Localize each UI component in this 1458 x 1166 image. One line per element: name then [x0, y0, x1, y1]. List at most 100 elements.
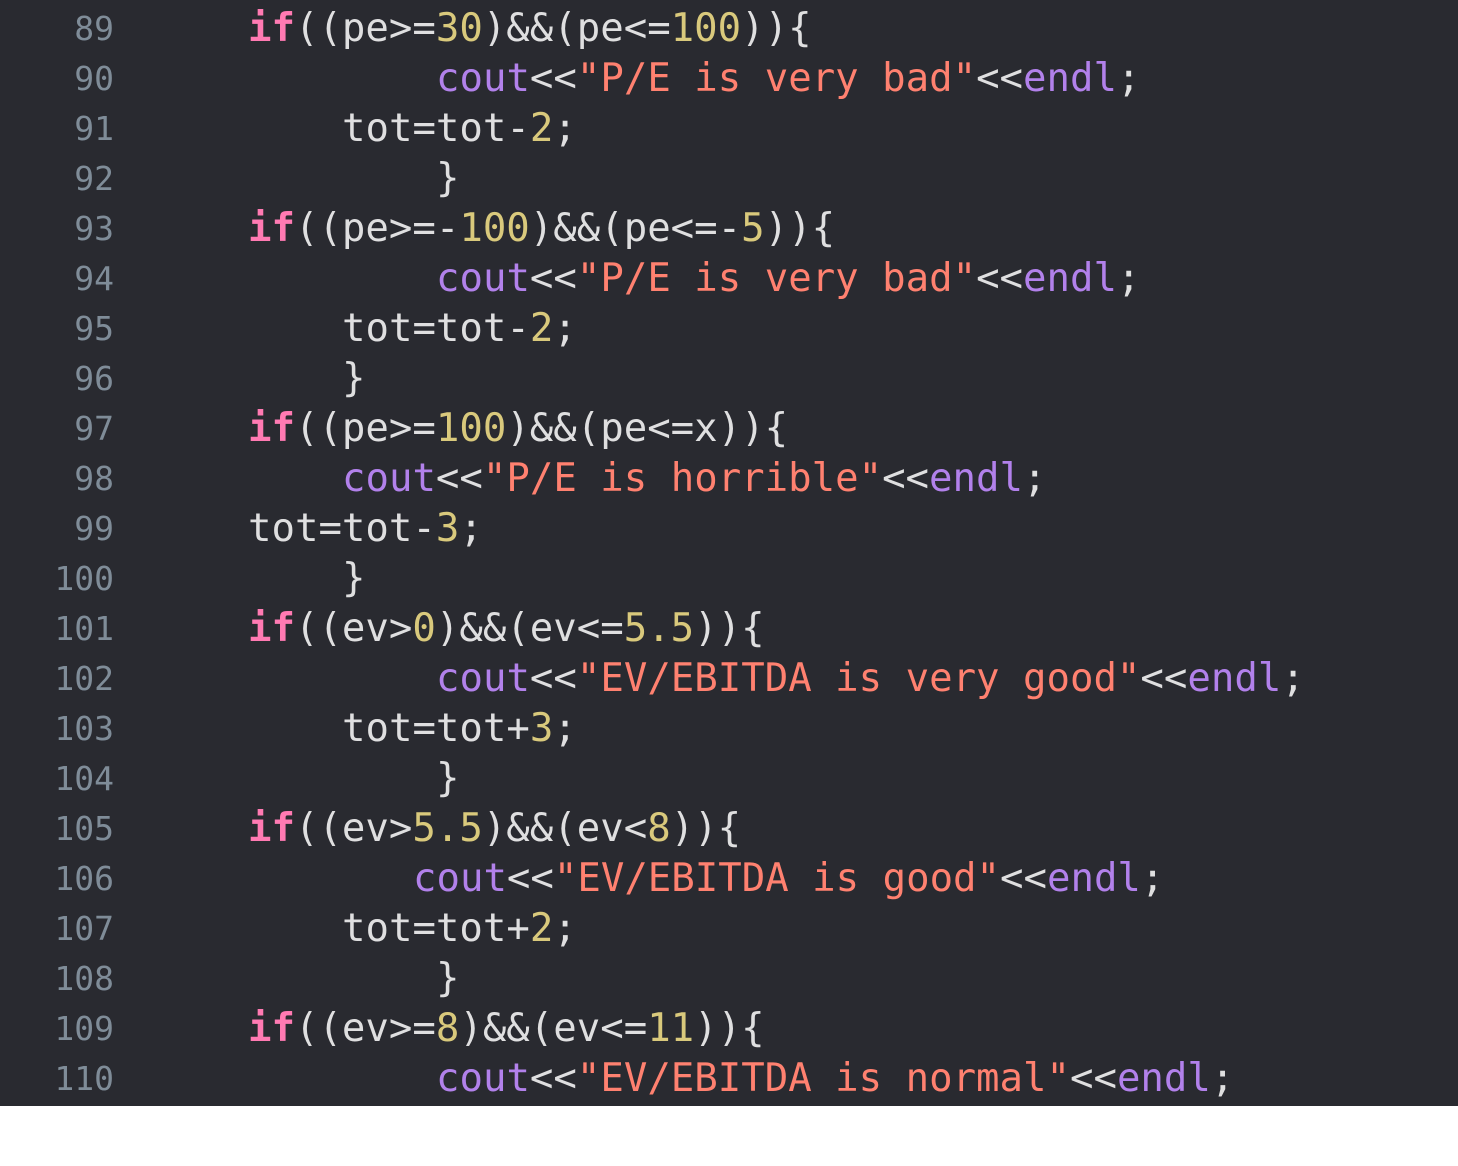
- code-line[interactable]: 93 if((pe>=-100)&&(pe<=-5)){: [0, 204, 1458, 254]
- code-editor[interactable]: 89 if((pe>=30)&&(pe<=100)){90 cout<<"P/E i…: [0, 0, 1458, 1106]
- plain-token: )&&(ev<=: [435, 606, 624, 651]
- plain-token: <<: [1069, 1056, 1117, 1101]
- line-number: 108: [54, 959, 114, 998]
- code-line[interactable]: 101 if((ev>0)&&(ev<=5.5)){: [0, 604, 1458, 654]
- plain-token: )){: [670, 806, 742, 851]
- plain-token: <<: [529, 256, 577, 301]
- plain-token: ;: [1116, 56, 1141, 101]
- line-number: 95: [74, 309, 114, 348]
- string-token: "EV/EBITDA is normal": [576, 1056, 1070, 1101]
- code-text: }: [436, 954, 459, 1004]
- plain-token: )&&(ev<: [482, 806, 648, 851]
- line-number: 105: [54, 809, 114, 848]
- code-text: cout<<"EV/EBITDA is normal"<<endl;: [436, 1054, 1234, 1104]
- code-text: if((pe>=100)&&(pe<=x)){: [248, 404, 788, 454]
- code-line[interactable]: 108}: [0, 954, 1458, 1004]
- code-text: cout<<"EV/EBITDA is good"<<endl;: [413, 854, 1164, 904]
- plain-token: ;: [553, 106, 577, 151]
- identifier-token: endl: [929, 456, 1023, 501]
- plain-token: <<: [882, 456, 930, 501]
- code-text: tot=tot+2;: [342, 904, 577, 954]
- code-line[interactable]: 109 if((ev>=8)&&(ev<=11)){: [0, 1004, 1458, 1054]
- number-token: 8: [647, 806, 671, 851]
- code-line[interactable]: 106 cout<<"EV/EBITDA is good"<<endl;: [0, 854, 1458, 904]
- plain-token: }: [436, 156, 460, 201]
- code-line[interactable]: 103 tot=tot+3;: [0, 704, 1458, 754]
- plain-token: }: [342, 356, 366, 401]
- line-number: 101: [54, 609, 114, 648]
- plain-token: ;: [553, 706, 577, 751]
- plain-token: )){: [764, 206, 836, 251]
- code-text: tot=tot-2;: [342, 104, 577, 154]
- plain-token: ((ev>=: [294, 1006, 436, 1051]
- code-line[interactable]: 91 tot=tot-2;: [0, 104, 1458, 154]
- code-line[interactable]: 99 tot=tot-3;: [0, 504, 1458, 554]
- code-line[interactable]: 96}: [0, 354, 1458, 404]
- code-text: }: [342, 554, 365, 604]
- keyword-token: if: [248, 806, 295, 851]
- code-text: }: [342, 354, 365, 404]
- keyword-token: if: [248, 606, 295, 651]
- plain-token: ;: [459, 506, 483, 551]
- plain-token: <<: [506, 856, 554, 901]
- string-token: "P/E is very bad": [576, 256, 977, 301]
- code-line[interactable]: 97 if((pe>=100)&&(pe<=x)){: [0, 404, 1458, 454]
- plain-token: }: [436, 956, 460, 1001]
- line-number: 109: [54, 1009, 114, 1048]
- code-line[interactable]: 89 if((pe>=30)&&(pe<=100)){: [0, 4, 1458, 54]
- code-text: cout<<"P/E is very bad"<<endl;: [436, 254, 1140, 304]
- keyword-token: if: [248, 206, 295, 251]
- plain-token: )&&(pe<=-: [529, 206, 742, 251]
- code-line[interactable]: 105 if((ev>5.5)&&(ev<8)){: [0, 804, 1458, 854]
- identifier-token: endl: [1046, 856, 1141, 901]
- number-token: 11: [647, 1006, 695, 1051]
- plain-token: ;: [553, 906, 577, 951]
- code-text: tot=tot-3;: [248, 504, 483, 554]
- identifier-token: cout: [342, 456, 436, 501]
- code-line[interactable]: 94 cout<<"P/E is very bad"<<endl;: [0, 254, 1458, 304]
- code-text: if((ev>=8)&&(ev<=11)){: [248, 1004, 765, 1054]
- line-number: 103: [54, 709, 114, 748]
- code-line[interactable]: 107 tot=tot+2;: [0, 904, 1458, 954]
- plain-token: <<: [435, 456, 483, 501]
- plain-token: <<: [529, 1056, 577, 1101]
- plain-token: ;: [1140, 856, 1165, 901]
- code-text: cout<<"P/E is very bad"<<endl;: [436, 54, 1140, 104]
- keyword-token: if: [248, 6, 295, 51]
- identifier-token: endl: [1187, 656, 1282, 701]
- plain-token: )){: [741, 6, 812, 51]
- line-number: 97: [74, 409, 114, 448]
- identifier-token: endl: [1023, 256, 1117, 301]
- plain-token: ((pe>=: [294, 6, 436, 51]
- code-text: if((ev>0)&&(ev<=5.5)){: [248, 604, 765, 654]
- plain-token: ((ev>: [294, 806, 413, 851]
- identifier-token: endl: [1116, 1056, 1211, 1101]
- string-token: "EV/EBITDA is very good": [576, 656, 1141, 701]
- code-line[interactable]: 95 tot=tot-2;: [0, 304, 1458, 354]
- code-line[interactable]: 92}: [0, 154, 1458, 204]
- code-line[interactable]: 102 cout<<"EV/EBITDA is very good"<<endl;: [0, 654, 1458, 704]
- code-line[interactable]: 90 cout<<"P/E is very bad"<<endl;: [0, 54, 1458, 104]
- code-line[interactable]: 100}: [0, 554, 1458, 604]
- code-line[interactable]: 98 cout<<"P/E is horrible"<<endl;: [0, 454, 1458, 504]
- line-number: 106: [54, 859, 114, 898]
- identifier-token: cout: [436, 1056, 530, 1101]
- plain-token: ((ev>: [294, 606, 413, 651]
- plain-token: )&&(pe<=: [482, 6, 671, 51]
- identifier-token: endl: [1023, 56, 1117, 101]
- number-token: 2: [529, 906, 554, 951]
- identifier-token: cout: [413, 856, 507, 901]
- line-number: 92: [74, 159, 114, 198]
- string-token: "P/E is very bad": [576, 56, 977, 101]
- string-token: "EV/EBITDA is good": [553, 856, 1001, 901]
- code-line[interactable]: 110 cout<<"EV/EBITDA is normal"<<endl;: [0, 1054, 1458, 1104]
- line-number: 110: [54, 1059, 114, 1098]
- number-token: 5: [741, 206, 765, 251]
- code-text: if((ev>5.5)&&(ev<8)){: [248, 804, 741, 854]
- plain-token: <<: [976, 256, 1024, 301]
- code-line[interactable]: 104}: [0, 754, 1458, 804]
- plain-token: )&&(pe<=x)){: [506, 406, 789, 451]
- identifier-token: cout: [436, 256, 530, 301]
- plain-token: }: [436, 756, 460, 801]
- plain-token: <<: [529, 656, 577, 701]
